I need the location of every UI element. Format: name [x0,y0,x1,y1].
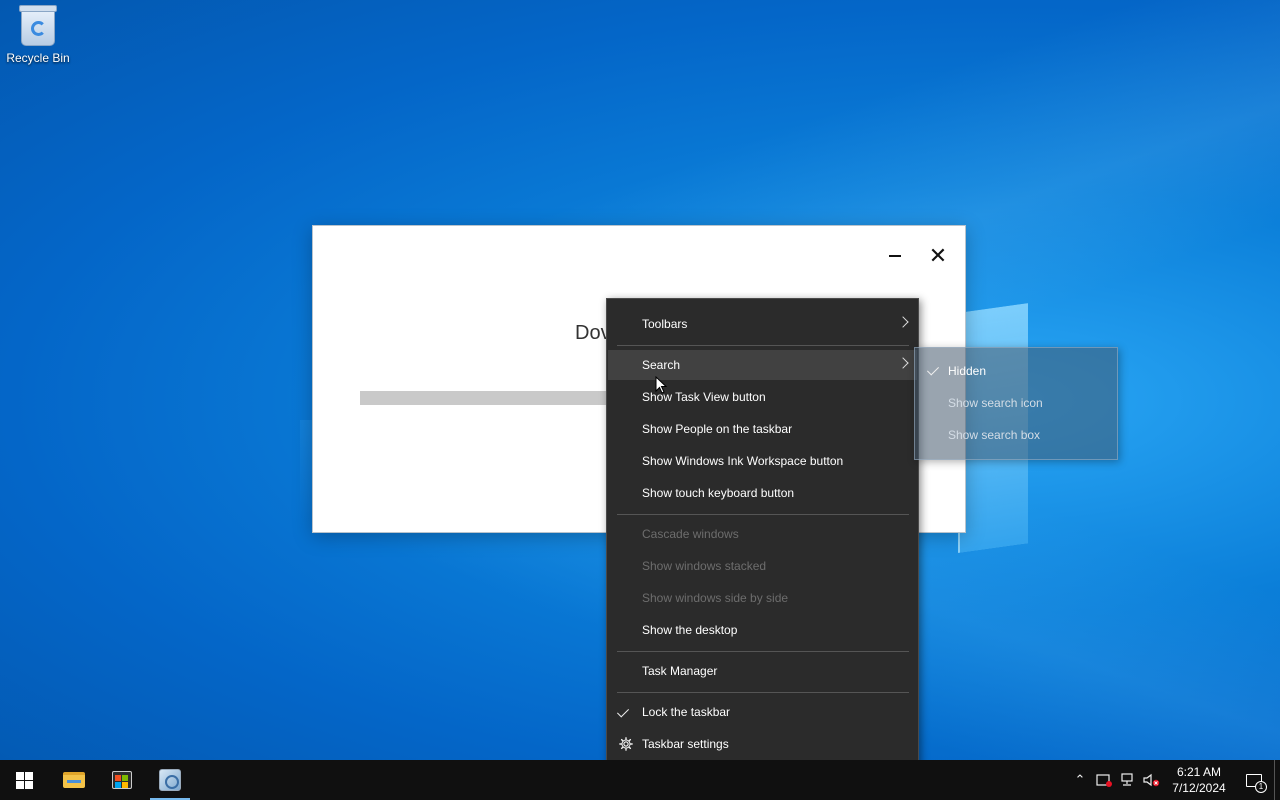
menu-item-label: Lock the taskbar [642,705,731,719]
notification-count-badge: 1 [1255,781,1267,793]
taskbar-clock[interactable]: 6:21 AM 7/12/2024 [1164,764,1234,796]
checkmark-icon [616,705,630,718]
menu-separator [617,651,909,652]
menu-item-label: Show the desktop [642,623,738,637]
shield-warning-icon [1096,774,1112,787]
menu-item-show-touch-keyboard[interactable]: Show touch keyboard button [608,478,917,508]
start-button[interactable] [0,760,48,800]
menu-item-label: Cascade windows [642,527,739,541]
volume-tray-icon[interactable] [1140,760,1164,800]
menu-item-label: Show windows side by side [642,591,789,605]
menu-item-label: Task Manager [642,664,718,678]
chevron-right-icon [897,316,909,328]
clock-date: 7/12/2024 [1172,781,1226,795]
submenu-item-label: Show search box [948,428,1041,442]
search-submenu: Hidden Show search icon Show search box [914,347,1118,460]
close-icon: ✕ [928,243,948,268]
show-hidden-icons-button[interactable]: ⌃ [1068,760,1092,800]
taskbar-installer-app[interactable] [146,760,194,800]
menu-separator [617,514,909,515]
menu-item-windows-side-by-side: Show windows side by side [608,583,917,613]
menu-item-label: Show windows stacked [642,559,767,573]
minimize-icon [889,255,901,257]
volume-muted-icon [1143,773,1160,787]
action-center-button[interactable]: 1 [1234,760,1274,800]
taskbar-file-explorer[interactable] [50,760,98,800]
menu-item-show-people[interactable]: Show People on the taskbar [608,414,917,444]
menu-item-show-ink-workspace[interactable]: Show Windows Ink Workspace button [608,446,917,476]
network-icon [1121,773,1133,786]
desktop-icon-recycle-bin[interactable]: Recycle Bin [4,5,72,65]
store-icon [112,771,132,789]
submenu-item-label: Hidden [948,364,987,378]
menu-item-task-manager[interactable]: Task Manager [608,656,917,686]
menu-item-lock-taskbar[interactable]: Lock the taskbar [608,697,917,727]
menu-item-label: Show touch keyboard button [642,486,795,500]
menu-item-label: Taskbar settings [642,737,729,751]
system-tray: ⌃ 6:21 AM 7/12/2024 1 [1068,760,1280,800]
submenu-item-label: Show search icon [948,396,1043,410]
menu-item-taskbar-settings[interactable]: Taskbar settings [608,729,917,759]
submenu-item-show-search-box[interactable]: Show search box [915,420,1117,450]
windows-logo-icon [15,771,33,789]
submenu-item-show-search-icon[interactable]: Show search icon [915,388,1117,418]
taskbar-context-menu: Toolbars Search Show Task View button Sh… [606,298,919,769]
minimize-button[interactable] [881,242,909,270]
menu-item-toolbars[interactable]: Toolbars [608,309,917,339]
security-tray-icon[interactable] [1092,760,1116,800]
gear-icon [619,737,633,751]
menu-separator [617,345,909,346]
submenu-item-hidden[interactable]: Hidden [915,356,1117,386]
progress-bar [360,391,610,405]
menu-item-label: Search [642,358,681,372]
chevron-right-icon [897,357,909,369]
menu-item-label: Show Windows Ink Workspace button [642,454,844,468]
network-tray-icon[interactable] [1116,760,1140,800]
app-icon [159,769,181,791]
taskbar: ⌃ 6:21 AM 7/12/2024 1 [0,760,1280,800]
recycle-bin-icon [19,5,57,46]
show-desktop-button[interactable] [1274,760,1280,800]
menu-item-cascade-windows: Cascade windows [608,519,917,549]
menu-item-show-desktop[interactable]: Show the desktop [608,615,917,645]
menu-item-label: Show People on the taskbar [642,422,793,436]
folder-icon [63,772,85,788]
checkmark-icon [926,363,940,376]
close-button[interactable]: ✕ [924,242,952,270]
chevron-up-icon: ⌃ [1074,772,1086,787]
menu-separator [617,692,909,693]
menu-item-windows-stacked: Show windows stacked [608,551,917,581]
taskbar-microsoft-store[interactable] [98,760,146,800]
clock-time: 6:21 AM [1176,765,1222,779]
mouse-cursor-icon [655,376,667,394]
menu-item-label: Toolbars [642,317,688,331]
desktop-icon-label: Recycle Bin [6,51,70,65]
